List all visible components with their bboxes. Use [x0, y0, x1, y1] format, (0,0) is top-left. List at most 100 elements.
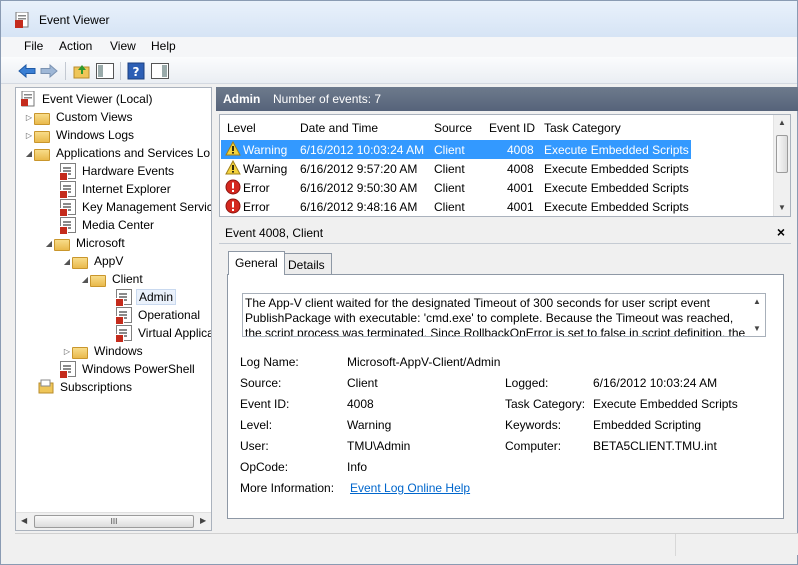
show-hide-action-pane-icon[interactable]	[150, 61, 170, 81]
tree-item-label: Event Viewer (Local)	[42, 92, 153, 106]
menu-help[interactable]: Help	[151, 39, 176, 53]
event-row[interactable]: Warning 6/16/2012 9:57:20 AM Client 4008…	[221, 159, 691, 178]
scroll-down-icon[interactable]: ▼	[778, 203, 786, 212]
scroll-right-icon[interactable]: ▶	[200, 516, 206, 525]
label-event-id: Event ID:	[240, 397, 290, 411]
column-header-date-time[interactable]: Date and Time	[300, 121, 378, 135]
value-user: TMU\Admin	[347, 439, 411, 453]
event-row[interactable]: Warning 6/16/2012 10:03:24 AM Client 400…	[221, 140, 691, 159]
event-log-online-help-link[interactable]: Event Log Online Help	[350, 481, 470, 495]
scroll-thumb[interactable]	[776, 135, 788, 173]
value-level: Warning	[347, 418, 392, 432]
event-row[interactable]: Error 6/16/2012 9:50:30 AM Client 4001 E…	[221, 178, 691, 197]
general-tab-body: The App-V client waited for the designat…	[227, 274, 784, 519]
tree-item-custom-views[interactable]: ▷ Custom Views	[24, 108, 134, 126]
label-keywords: Keywords:	[505, 418, 562, 432]
event-row[interactable]: Error 6/16/2012 9:48:16 AM Client 4001 E…	[221, 197, 691, 216]
tree-item-windows-logs[interactable]: ▷ Windows Logs	[24, 126, 136, 144]
menu-action[interactable]: Action	[59, 39, 92, 53]
tree-item-label: Applications and Services Lo	[56, 146, 211, 160]
event-description-box[interactable]: The App-V client waited for the designat…	[242, 293, 766, 337]
tree-item-windows[interactable]: ▷ Windows	[62, 342, 145, 360]
tree-item-operational[interactable]: Operational	[115, 306, 202, 325]
tree-item-label: Subscriptions	[60, 380, 133, 394]
scroll-thumb[interactable]: III	[34, 515, 194, 528]
column-header-event-id[interactable]: Event ID	[489, 121, 535, 135]
up-folder-icon[interactable]	[72, 61, 92, 81]
description-scrollbar[interactable]: ▲ ▼	[749, 294, 765, 336]
scroll-left-icon[interactable]: ◀	[21, 516, 27, 525]
tree-item-event-viewer-local[interactable]: Event Viewer (Local)	[20, 90, 155, 108]
tree-item-label: Key Management Service	[82, 200, 212, 214]
tree-item-media-center[interactable]: Media Center	[59, 216, 156, 235]
tab-details[interactable]: Details	[281, 253, 332, 275]
value-source: Client	[347, 376, 378, 390]
label-opcode: OpCode:	[240, 460, 289, 474]
log-name: Admin	[223, 92, 261, 106]
folder-icon	[54, 239, 70, 251]
expanded-arrow-icon[interactable]: ◢	[62, 257, 72, 266]
status-bar-segment	[675, 534, 798, 556]
event-viewer-icon	[20, 90, 36, 107]
event-source: Client	[434, 162, 465, 176]
forward-icon[interactable]	[39, 61, 59, 81]
tree-horizontal-scrollbar[interactable]: ◀ III ▶	[16, 512, 211, 530]
scroll-down-icon[interactable]: ▼	[753, 324, 761, 333]
tree-item-label: Operational	[138, 308, 201, 322]
tree-item-client[interactable]: ◢ Client	[80, 270, 145, 288]
tree-item-key-management-service[interactable]: Key Management Service	[59, 198, 212, 217]
show-hide-tree-icon[interactable]	[95, 61, 115, 81]
tree-item-label: Admin	[136, 289, 177, 305]
folder-icon	[34, 113, 50, 125]
event-datetime: 6/16/2012 9:57:20 AM	[300, 162, 418, 176]
tree-item-subscriptions[interactable]: Subscriptions	[38, 378, 134, 396]
svg-text:?: ?	[133, 65, 140, 79]
window-title: Event Viewer	[39, 13, 110, 27]
log-icon	[115, 307, 132, 325]
value-log-name: Microsoft-AppV-Client/Admin	[347, 355, 501, 369]
expanded-arrow-icon[interactable]: ◢	[80, 275, 90, 284]
event-count: Number of events: 7	[273, 92, 382, 106]
back-icon[interactable]	[17, 61, 37, 81]
expanded-arrow-icon[interactable]: ◢	[24, 149, 34, 158]
column-header-level[interactable]: Level	[227, 121, 256, 135]
tree-item-admin[interactable]: Admin	[115, 288, 177, 307]
value-keywords: Embedded Scripting	[593, 418, 702, 432]
tree-item-internet-explorer[interactable]: Internet Explorer	[59, 180, 173, 199]
tree-item-applications-and-services[interactable]: ◢ Applications and Services Lo	[24, 144, 211, 162]
collapsed-arrow-icon[interactable]: ▷	[24, 113, 34, 122]
event-level: Error	[243, 181, 270, 195]
collapsed-arrow-icon[interactable]: ▷	[24, 131, 34, 140]
event-task: Execute Embedded Scripts	[544, 181, 689, 195]
tree-item-virtual-applications[interactable]: Virtual Applica	[115, 324, 212, 343]
label-more-information: More Information:	[240, 481, 335, 495]
tree-item-hardware-events[interactable]: Hardware Events	[59, 162, 176, 181]
event-task: Execute Embedded Scripts	[544, 200, 689, 214]
column-header-source[interactable]: Source	[434, 121, 472, 135]
tree-item-appv[interactable]: ◢ AppV	[62, 252, 125, 270]
event-list[interactable]: Level Date and Time Source Event ID Task…	[219, 114, 791, 217]
help-icon[interactable]: ?	[126, 61, 146, 81]
console-tree[interactable]: Event Viewer (Local) ▷ Custom Views ▷ Wi…	[15, 87, 212, 531]
collapsed-arrow-icon[interactable]: ▷	[62, 347, 72, 356]
column-header-task-category[interactable]: Task Category	[544, 121, 621, 135]
event-task: Execute Embedded Scripts	[544, 143, 689, 157]
log-icon	[59, 217, 76, 235]
label-logged: Logged:	[505, 376, 549, 390]
tree-item-microsoft[interactable]: ◢ Microsoft	[44, 234, 127, 252]
event-list-scrollbar[interactable]: ▲ ▼	[773, 115, 790, 216]
error-icon	[225, 198, 241, 214]
expanded-arrow-icon[interactable]: ◢	[44, 239, 54, 248]
value-logged: 6/16/2012 10:03:24 AM	[593, 376, 718, 390]
event-id: 4008	[507, 162, 534, 176]
tree-item-label: Windows	[94, 344, 143, 358]
tree-item-windows-powershell[interactable]: Windows PowerShell	[59, 360, 197, 379]
close-icon[interactable]: ×	[777, 224, 785, 240]
tree-item-label: AppV	[94, 254, 124, 268]
scroll-up-icon[interactable]: ▲	[778, 118, 786, 127]
menu-view[interactable]: View	[110, 39, 136, 53]
menu-file[interactable]: File	[24, 39, 43, 53]
tab-general[interactable]: General	[228, 251, 285, 275]
scroll-up-icon[interactable]: ▲	[753, 297, 761, 306]
tree-item-label: Virtual Applica	[138, 326, 212, 340]
